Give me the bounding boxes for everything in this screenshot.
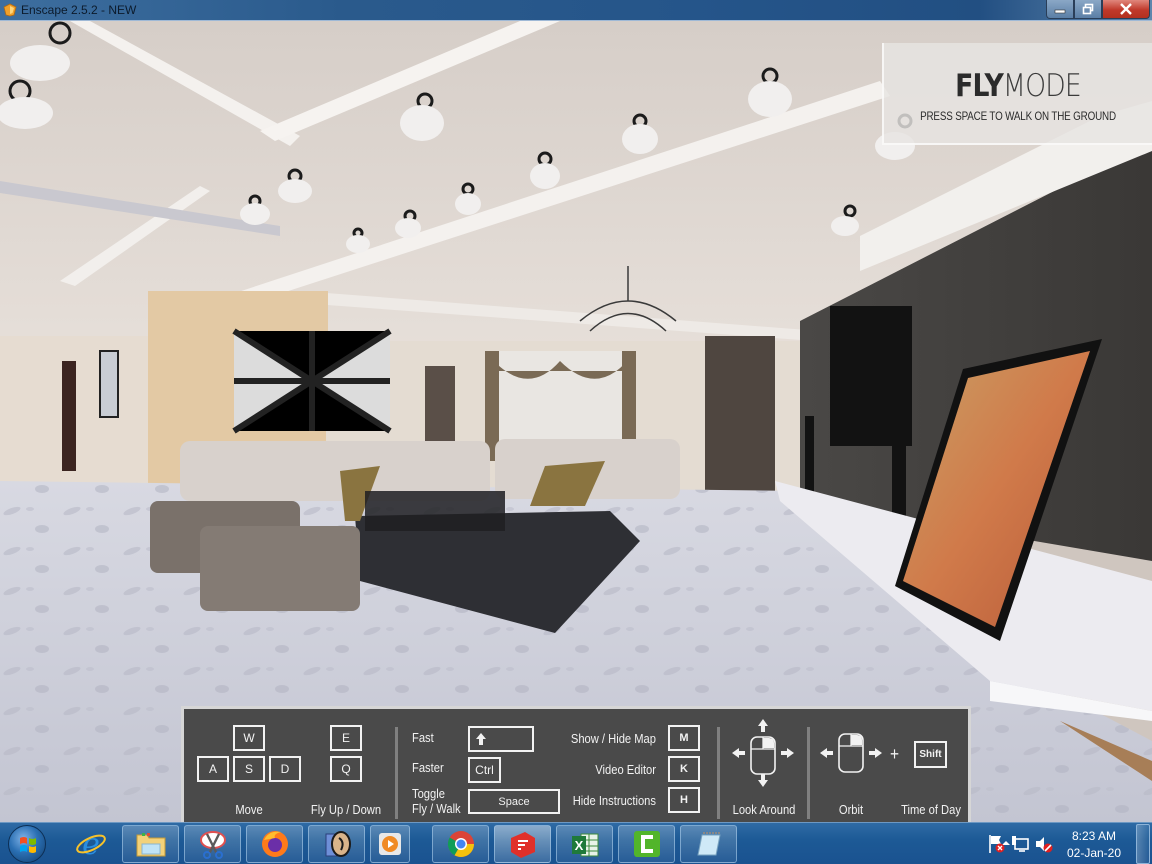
panel-divider bbox=[395, 727, 398, 819]
key-k[interactable]: K bbox=[668, 756, 700, 782]
taskbar-notepad[interactable] bbox=[680, 825, 737, 863]
render-viewport[interactable]: FLYMODE PRESS SPACE TO WALK ON THE GROUN… bbox=[0, 21, 1152, 822]
flymode-title: FLYMODE bbox=[903, 71, 1133, 102]
toggle-label-line2: Fly / Walk bbox=[412, 801, 461, 816]
enscape-app-icon bbox=[3, 3, 17, 17]
taskbar-firefox[interactable] bbox=[246, 825, 303, 863]
firefox-icon bbox=[261, 831, 288, 857]
navigation-instructions-panel: W A S D Move E Q Fly Up / Down Fast Fast… bbox=[181, 706, 971, 824]
taskbar-internet-explorer[interactable]: e bbox=[62, 825, 119, 863]
windows-taskbar: e X 8:23 AM 02-Jan-20 bbox=[0, 822, 1152, 864]
taskbar-chrome[interactable] bbox=[432, 825, 489, 863]
key-shift-time-of-day[interactable]: Shift bbox=[914, 741, 947, 768]
fast-label: Fast bbox=[412, 730, 434, 745]
video-editor-label: Video Editor bbox=[595, 762, 656, 777]
key-s[interactable]: S bbox=[233, 756, 265, 782]
window-title: Enscape 2.5.2 - NEW bbox=[21, 3, 137, 17]
notepad-icon bbox=[696, 832, 721, 856]
key-e[interactable]: E bbox=[330, 725, 362, 751]
taskbar-camtasia[interactable] bbox=[618, 825, 675, 863]
enscape-icon bbox=[325, 831, 351, 857]
clock-date: 02-Jan-20 bbox=[1066, 846, 1122, 860]
key-m[interactable]: M bbox=[668, 725, 700, 751]
mouse-look-around-icon bbox=[732, 719, 794, 787]
show-hide-map-label: Show / Hide Map bbox=[570, 731, 656, 746]
taskbar-media-player[interactable] bbox=[370, 825, 410, 863]
toggle-label-line1: Toggle bbox=[412, 786, 445, 801]
taskbar-snipping-tool[interactable] bbox=[184, 825, 241, 863]
flymode-title-bold: FLY bbox=[955, 68, 1004, 104]
media-player-icon bbox=[379, 833, 401, 855]
panel-divider bbox=[807, 727, 810, 819]
key-ctrl[interactable]: Ctrl bbox=[468, 757, 501, 783]
key-h[interactable]: H bbox=[668, 787, 700, 813]
chrome-icon bbox=[447, 831, 474, 858]
key-d[interactable]: D bbox=[269, 756, 301, 782]
snipping-tool-icon bbox=[199, 831, 226, 859]
restore-button[interactable] bbox=[1074, 0, 1102, 19]
taskbar-file-explorer[interactable] bbox=[122, 825, 179, 863]
clock-time: 8:23 AM bbox=[1071, 829, 1117, 843]
show-desktop-button[interactable] bbox=[1136, 824, 1150, 864]
windows-logo-icon bbox=[20, 837, 36, 853]
shift-arrow-icon bbox=[476, 733, 486, 745]
folder-icon bbox=[136, 833, 165, 857]
network-icon[interactable] bbox=[1010, 833, 1030, 855]
hide-instructions-label: Hide Instructions bbox=[572, 793, 656, 808]
flymode-indicator: FLYMODE PRESS SPACE TO WALK ON THE GROUN… bbox=[882, 43, 1152, 145]
window-controls bbox=[1046, 0, 1150, 19]
close-button[interactable] bbox=[1102, 0, 1150, 19]
orbit-label: Orbit bbox=[838, 802, 864, 817]
key-q[interactable]: Q bbox=[330, 756, 362, 782]
sketchup-icon bbox=[510, 832, 535, 858]
svg-text:e: e bbox=[82, 827, 100, 861]
key-a[interactable]: A bbox=[197, 756, 229, 782]
minimize-button[interactable] bbox=[1046, 0, 1074, 19]
taskbar-excel[interactable]: X bbox=[556, 825, 613, 863]
look-around-label: Look Around bbox=[732, 802, 796, 817]
system-clock[interactable]: 8:23 AM 02-Jan-20 bbox=[1062, 828, 1126, 862]
faster-label: Faster bbox=[412, 760, 444, 775]
flymode-title-light: MODE bbox=[1002, 68, 1082, 104]
svg-text:X: X bbox=[574, 838, 583, 853]
window-titlebar[interactable]: Enscape 2.5.2 - NEW bbox=[0, 0, 1152, 21]
excel-icon: X bbox=[571, 833, 598, 857]
action-center-flag-icon[interactable] bbox=[986, 833, 1006, 855]
mouse-orbit-icon bbox=[820, 733, 882, 773]
time-of-day-label: Time of Day bbox=[901, 802, 961, 817]
toggle-fly-walk-label: Toggle Fly / Walk bbox=[412, 786, 461, 816]
key-shift-fast[interactable] bbox=[468, 726, 534, 752]
camtasia-icon bbox=[633, 831, 660, 857]
taskbar-enscape[interactable] bbox=[308, 825, 365, 863]
close-icon bbox=[1120, 3, 1132, 15]
start-button[interactable] bbox=[8, 825, 46, 863]
move-label: Move bbox=[235, 802, 263, 817]
restore-icon bbox=[1082, 3, 1094, 15]
flymode-hint: PRESS SPACE TO WALK ON THE GROUND bbox=[920, 109, 1116, 123]
minimize-icon bbox=[1054, 9, 1066, 14]
panel-divider bbox=[717, 727, 720, 819]
screen: Enscape 2.5.2 - NEW FLYMODE PRESS SPACE … bbox=[0, 0, 1152, 864]
taskbar-sketchup[interactable] bbox=[494, 825, 551, 863]
volume-muted-icon[interactable] bbox=[1034, 833, 1054, 855]
internet-explorer-icon: e bbox=[75, 827, 106, 861]
plus-sign: + bbox=[890, 744, 900, 764]
key-w[interactable]: W bbox=[233, 725, 265, 751]
fly-up-down-label: Fly Up / Down bbox=[310, 802, 382, 817]
